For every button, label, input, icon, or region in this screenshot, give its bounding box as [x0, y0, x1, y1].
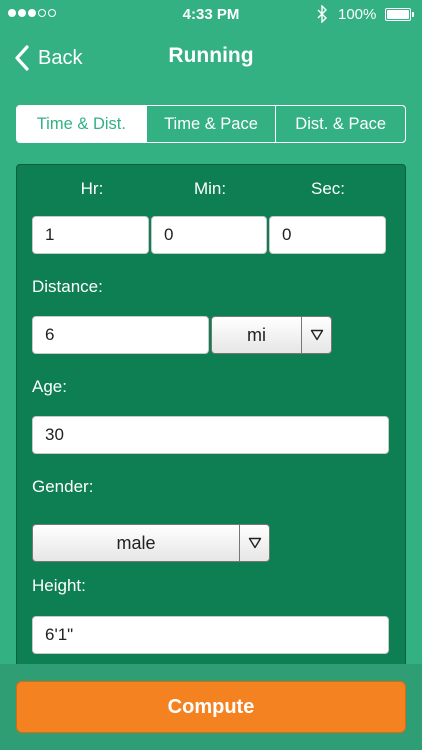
battery-icon: [385, 8, 414, 21]
distance-input[interactable]: [32, 316, 209, 354]
triangle-down-icon: [248, 537, 261, 549]
tab-distance-and-pace[interactable]: Dist. & Pace: [275, 106, 405, 142]
minutes-input[interactable]: [151, 216, 267, 254]
age-input[interactable]: [32, 416, 389, 454]
age-label: Age:: [32, 377, 67, 396]
compute-button[interactable]: Compute: [16, 681, 406, 733]
minutes-label: Min:: [193, 179, 227, 198]
status-bar: 4:33 PM 100%: [0, 0, 422, 30]
hours-input[interactable]: [32, 216, 149, 254]
distance-unit-value: mi: [247, 324, 266, 345]
battery-percent: 100%: [338, 6, 377, 23]
height-label: Height:: [32, 576, 86, 595]
tab-time-and-distance[interactable]: Time & Dist.: [17, 106, 146, 142]
hours-label: Hr:: [80, 179, 104, 198]
input-form-card: Hr: Min: Sec: Distance: mi Age: Gender: …: [16, 164, 406, 684]
seconds-label: Sec:: [310, 179, 346, 198]
seconds-input[interactable]: [269, 216, 386, 254]
gender-value: male: [116, 532, 156, 553]
navigation-bar: Back Running: [0, 30, 422, 86]
gender-label: Gender:: [32, 477, 94, 496]
height-input[interactable]: [32, 616, 389, 654]
gender-select[interactable]: male: [32, 524, 270, 562]
distance-label: Distance:: [32, 277, 103, 296]
bluetooth-icon: [317, 5, 327, 23]
page-title: Running: [168, 44, 254, 67]
battery-level-fill: [387, 10, 409, 19]
distance-unit-select[interactable]: mi: [211, 316, 332, 354]
mode-segmented-control: Time & Dist. Time & Pace Dist. & Pace: [16, 105, 406, 143]
tab-time-and-pace[interactable]: Time & Pace: [145, 106, 276, 142]
triangle-down-icon: [310, 329, 323, 341]
